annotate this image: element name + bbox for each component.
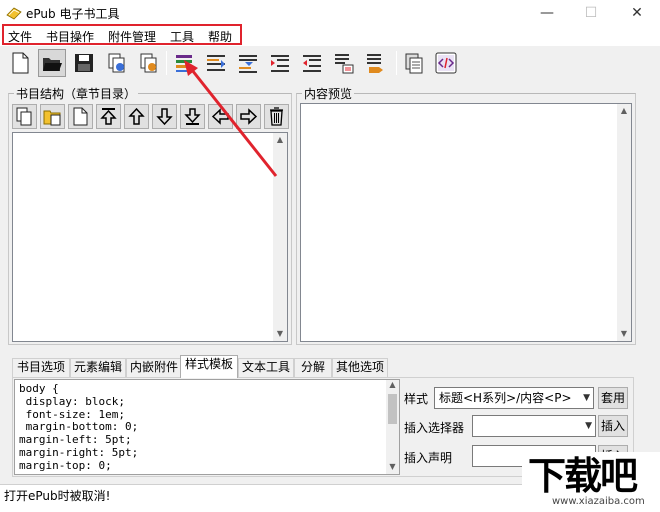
toolbar-separator — [166, 51, 167, 75]
move-top-icon[interactable] — [96, 104, 121, 129]
css-editor-scrollbar[interactable]: ▲ ▼ — [386, 380, 399, 474]
copy-book-icon[interactable] — [102, 49, 130, 77]
insert-selector-button[interactable]: 插入 — [598, 415, 628, 437]
tab-style-template[interactable]: 样式模板 — [180, 355, 238, 378]
app-icon — [6, 7, 22, 20]
paste-book-icon[interactable] — [134, 49, 162, 77]
window-title: ePub 电子书工具 — [26, 7, 120, 21]
selector-select[interactable]: ▼ — [472, 415, 596, 437]
duplicate-icon[interactable] — [400, 49, 428, 77]
minimize-button[interactable]: — — [524, 0, 570, 26]
indent-icon[interactable] — [266, 49, 294, 77]
scroll-down-icon[interactable]: ▼ — [617, 327, 631, 341]
watermark-url: www.xiazaiba.com — [552, 496, 645, 507]
style-select-value: 标题<H系列>/内容<P> — [439, 391, 572, 405]
scroll-down-icon[interactable]: ▼ — [273, 327, 287, 341]
book-structure-tree[interactable]: ▲ ▼ — [12, 132, 288, 342]
watermark-logo: 下载吧 www.xiazaiba.com — [522, 452, 660, 512]
preview-scrollbar[interactable]: ▲ ▼ — [617, 104, 631, 341]
style-select[interactable]: 标题<H系列>/内容<P> ▼ — [434, 387, 594, 409]
status-text: 打开ePub时被取消! — [4, 489, 111, 503]
delete-icon[interactable] — [264, 104, 289, 129]
merge-icon[interactable] — [362, 49, 390, 77]
move-up-icon[interactable] — [124, 104, 149, 129]
copy-icon[interactable] — [12, 104, 37, 129]
menu-highlight-box — [2, 24, 242, 45]
chevron-down-icon: ▼ — [585, 421, 592, 431]
open-folder-icon[interactable] — [38, 49, 66, 77]
move-left-icon[interactable] — [208, 104, 233, 129]
toolbar-separator — [396, 51, 397, 75]
content-preview-pane[interactable]: ▲ ▼ — [300, 103, 632, 342]
move-right-icon[interactable] — [236, 104, 261, 129]
move-down-icon[interactable] — [152, 104, 177, 129]
add-chapter-icon[interactable] — [170, 49, 198, 77]
html-source-icon[interactable] — [432, 49, 460, 77]
insert-before-icon[interactable] — [202, 49, 230, 77]
outdent-icon[interactable] — [298, 49, 326, 77]
tab-decompose[interactable]: 分解 — [294, 358, 332, 377]
insert-after-icon[interactable] — [234, 49, 262, 77]
apply-button[interactable]: 套用 — [598, 387, 628, 409]
maximize-button[interactable]: ☐ — [568, 0, 614, 26]
tab-element-edit[interactable]: 元素编辑 — [70, 358, 126, 377]
chevron-down-icon: ▼ — [583, 393, 590, 403]
content-preview-title: 内容预览 — [302, 85, 355, 102]
new-file-icon[interactable] — [6, 49, 34, 77]
tab-book-options[interactable]: 书目选项 — [12, 358, 70, 377]
scroll-up-icon[interactable]: ▲ — [617, 104, 631, 118]
style-label: 样式 — [404, 392, 429, 406]
scroll-up-icon[interactable]: ▲ — [273, 133, 287, 147]
close-button[interactable]: ✕ — [614, 0, 660, 26]
selector-label: 插入选择器 — [404, 421, 465, 435]
tab-other-options[interactable]: 其他选项 — [332, 358, 388, 377]
scroll-down-icon[interactable]: ▼ — [386, 462, 399, 474]
toolbar — [0, 47, 660, 79]
tree-scrollbar[interactable]: ▲ ▼ — [273, 133, 287, 341]
declaration-label: 插入声明 — [404, 451, 453, 465]
scroll-thumb[interactable] — [388, 394, 397, 424]
css-editor[interactable]: body { display: block; font-size: 1em; m… — [14, 379, 400, 475]
scroll-up-icon[interactable]: ▲ — [386, 380, 399, 392]
tab-embedded-attachments[interactable]: 内嵌附件 — [126, 358, 182, 377]
move-bottom-icon[interactable] — [180, 104, 205, 129]
paste-icon[interactable] — [40, 104, 65, 129]
book-structure-title: 书目结构（章节目录） — [14, 85, 139, 102]
new-item-icon[interactable] — [68, 104, 93, 129]
tab-text-tools[interactable]: 文本工具 — [238, 358, 294, 377]
split-icon[interactable] — [330, 49, 358, 77]
watermark-main-text: 下载吧 — [528, 454, 638, 498]
title-bar: ePub 电子书工具 — ☐ ✕ — [0, 0, 660, 26]
save-icon[interactable] — [70, 49, 98, 77]
